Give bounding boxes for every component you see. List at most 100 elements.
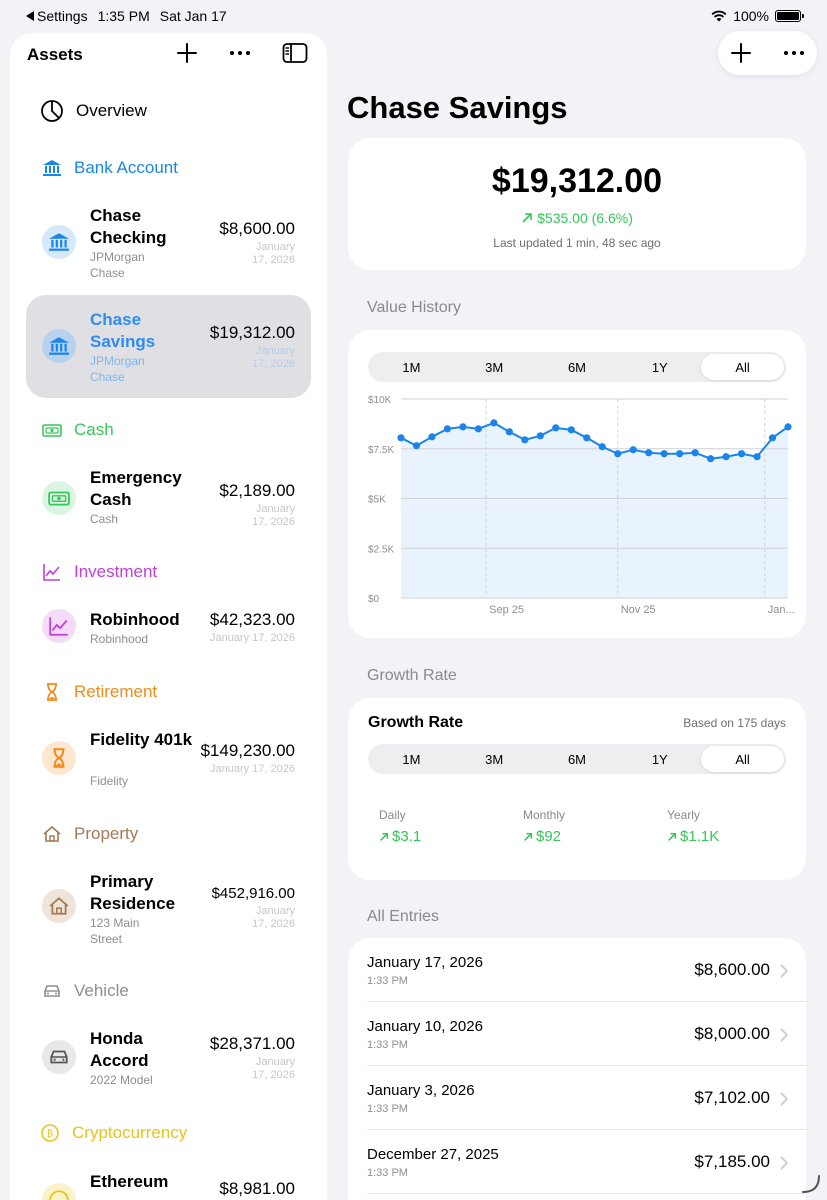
sidebar-item-emergency-cash[interactable]: Emergency Cash Cash $2,189.00 January 17… [26, 457, 311, 545]
growth-daily-label: Daily [379, 808, 406, 822]
sidebar-item-honda-accord[interactable]: Honda Accord 2022 Model $28,371.00 Janua… [26, 1018, 311, 1106]
item-name: Honda Accord [90, 1029, 149, 1070]
value-history-label: Value History [367, 299, 461, 316]
entry-amount: $8,600.00 [694, 960, 770, 979]
bitcoin-icon [49, 1190, 69, 1200]
item-name: Emergency Cash [90, 468, 182, 509]
back-label: Settings [37, 8, 88, 24]
chart-point [521, 436, 529, 444]
growth-daily-value: $3.1 [379, 828, 421, 845]
main-more-icon[interactable] [782, 42, 806, 64]
sidebar-more-icon[interactable] [228, 42, 252, 64]
add-entry-button[interactable] [730, 42, 752, 64]
section-retirement[interactable]: Retirement [42, 682, 157, 702]
current-value: $19,312.00 [491, 162, 663, 200]
entry-date: January 3, 2026 [367, 1082, 475, 1099]
last-updated: Last updated 1 min, 48 sec ago [493, 236, 661, 250]
entry-time: 1:33 PM [367, 1167, 408, 1179]
section-vehicle[interactable]: Vehicle [42, 981, 129, 1001]
sidebar-item-ethereum[interactable]: Ethereum $8,981.00 [26, 1161, 311, 1200]
sidebar-item-primary-residence[interactable]: Primary Residence 123 Main Street $452,9… [26, 861, 311, 961]
sidebar-item-robinhood[interactable]: Robinhood Robinhood $42,323.00 January 1… [26, 599, 311, 665]
item-amount: $452,916.00 [211, 885, 295, 902]
item-date: January 17, 2026 [209, 763, 295, 775]
section-label-investment: Investment [74, 562, 158, 581]
sidebar-item-fidelity-401k[interactable]: Fidelity 401k Fidelity $149,230.00 Janua… [26, 719, 311, 807]
range-option-3m[interactable]: 3M [453, 746, 536, 772]
growth-yearly-value: $1.1K [667, 828, 719, 845]
chart-y-tick-label: $5K [368, 495, 386, 506]
entry-row[interactable]: January 10, 2026 1:33 PM $8,000.00 [348, 1002, 806, 1066]
pie-chart-icon [41, 100, 63, 122]
chart-y-tick-label: $10K [368, 395, 392, 406]
sidebar-item-overview[interactable]: Overview [40, 99, 147, 123]
chart-point [459, 423, 467, 431]
growth-rate-section-label: Growth Rate [367, 667, 457, 684]
item-amount: $19,312.00 [209, 323, 295, 342]
item-amount: $8,600.00 [219, 219, 295, 238]
growth-rate-card: Growth Rate Based on 175 days 1M 3M 6M 1Y Al… [348, 698, 806, 880]
svg-text:₿: ₿ [47, 1129, 54, 1140]
entry-row[interactable]: December 27, 2025 1:33 PM $7,185.00 [348, 1130, 806, 1194]
chart-y-tick-label: $2.5K [368, 544, 394, 555]
chart-point [722, 453, 730, 461]
value-change: $535.00 (6.6%) [348, 210, 806, 226]
range-option-1m[interactable]: 1M [370, 746, 453, 772]
item-subtitle: Fidelity [90, 774, 129, 788]
car-icon-circle [42, 1040, 76, 1074]
entry-row[interactable]: January 3, 2026 1:33 PM $7,102.00 [348, 1066, 806, 1130]
range-option-1y[interactable]: 1Y [618, 746, 701, 772]
chart-point [552, 424, 560, 432]
hourglass-icon [47, 683, 57, 701]
overview-label: Overview [76, 101, 147, 120]
entry-amount: $7,185.00 [694, 1152, 770, 1171]
section-cryptocurrency[interactable]: ₿ Cryptocurrency [40, 1123, 187, 1143]
bank-icon [49, 233, 69, 251]
bank-icon [43, 160, 61, 176]
sidebar-toggle-icon[interactable] [282, 42, 308, 64]
entry-date: January 10, 2026 [367, 1018, 483, 1035]
item-amount: $149,230.00 [200, 741, 295, 760]
status-time: 1:35 PM [97, 8, 150, 24]
chart-point [660, 450, 668, 458]
section-bank-account[interactable]: Bank Account [42, 158, 178, 178]
item-subtitle: JPMorgan Chase [90, 354, 145, 384]
range-option-all[interactable]: All [701, 746, 784, 772]
resize-handle-icon[interactable] [799, 1172, 821, 1194]
arrow-up-right-icon [524, 832, 533, 841]
section-label-crypto: Cryptocurrency [72, 1123, 188, 1142]
item-name: Primary Residence [90, 872, 176, 913]
status-date: Sat Jan 17 [159, 8, 227, 24]
add-asset-button[interactable] [176, 42, 198, 64]
chart-point [768, 434, 777, 442]
growth-yearly: Yearly $1.1K [667, 808, 719, 845]
item-subtitle: Cash [90, 512, 119, 526]
value-history-card: 1M 3M 6M 1Y All $0 $2.5K $5K $7.5K $10K Sep 25 Nov… [348, 330, 806, 638]
main-toolbar [718, 31, 817, 75]
sidebar-item-chase-checking[interactable]: Chase Checking JPMorgan Chase $8,600.00 … [26, 195, 311, 297]
chart-point [567, 426, 575, 434]
entry-amount: $7,102.00 [694, 1088, 770, 1107]
battery-icon [775, 10, 804, 22]
sidebar-title: Assets [27, 45, 83, 64]
section-property[interactable]: Property [42, 824, 138, 844]
chart-point [707, 455, 715, 463]
growth-yearly-text: $1.1K [680, 828, 720, 845]
chevron-right-icon [780, 1092, 788, 1106]
section-label-vehicle: Vehicle [74, 981, 129, 1000]
back-to-settings[interactable]: Settings [26, 8, 88, 24]
sidebar-item-chase-savings[interactable]: Chase Savings JPMorgan Chase $19,312.00 … [26, 295, 311, 398]
chart-x-tick-label: Nov 25 [621, 604, 656, 616]
item-date: January 17, 2026 [209, 632, 295, 644]
sidebar-header: Assets [10, 33, 327, 77]
entry-time: 1:33 PM [367, 975, 408, 987]
item-subtitle: Robinhood [90, 632, 149, 646]
item-name: Robinhood [90, 610, 180, 629]
range-option-6m[interactable]: 6M [536, 746, 619, 772]
chart-point [505, 428, 513, 436]
section-investment[interactable]: Investment [42, 562, 157, 582]
section-cash[interactable]: Cash [42, 420, 114, 440]
status-left: Settings 1:35 PM Sat Jan 17 [26, 8, 227, 24]
entry-row[interactable]: January 17, 2026 1:33 PM $8,600.00 [348, 938, 806, 1002]
chart-x-tick-label: Sep 25 [489, 604, 524, 616]
